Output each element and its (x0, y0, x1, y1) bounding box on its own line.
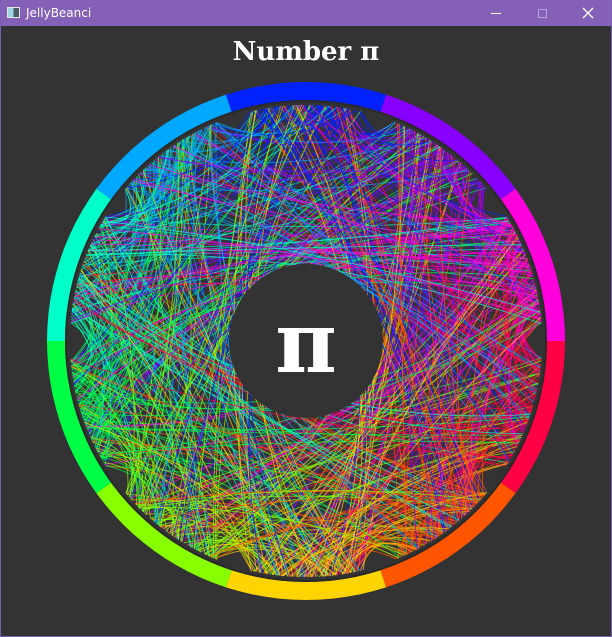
maximize-button[interactable] (519, 0, 565, 26)
window-title: JellyBeanci (26, 6, 92, 20)
close-icon (582, 7, 594, 19)
app-window-icon (7, 7, 20, 18)
pi-visualization: π (41, 76, 571, 606)
pi-chord-canvas: π (47, 82, 565, 600)
close-button[interactable] (565, 0, 611, 26)
page-title: Number π (232, 37, 380, 67)
app-window: JellyBeanci Number π π (0, 0, 612, 637)
minimize-icon (491, 12, 501, 14)
title-bar[interactable]: JellyBeanci (1, 0, 611, 26)
center-symbol: π (275, 293, 336, 392)
minimize-button[interactable] (473, 0, 519, 26)
maximize-icon (537, 8, 547, 18)
